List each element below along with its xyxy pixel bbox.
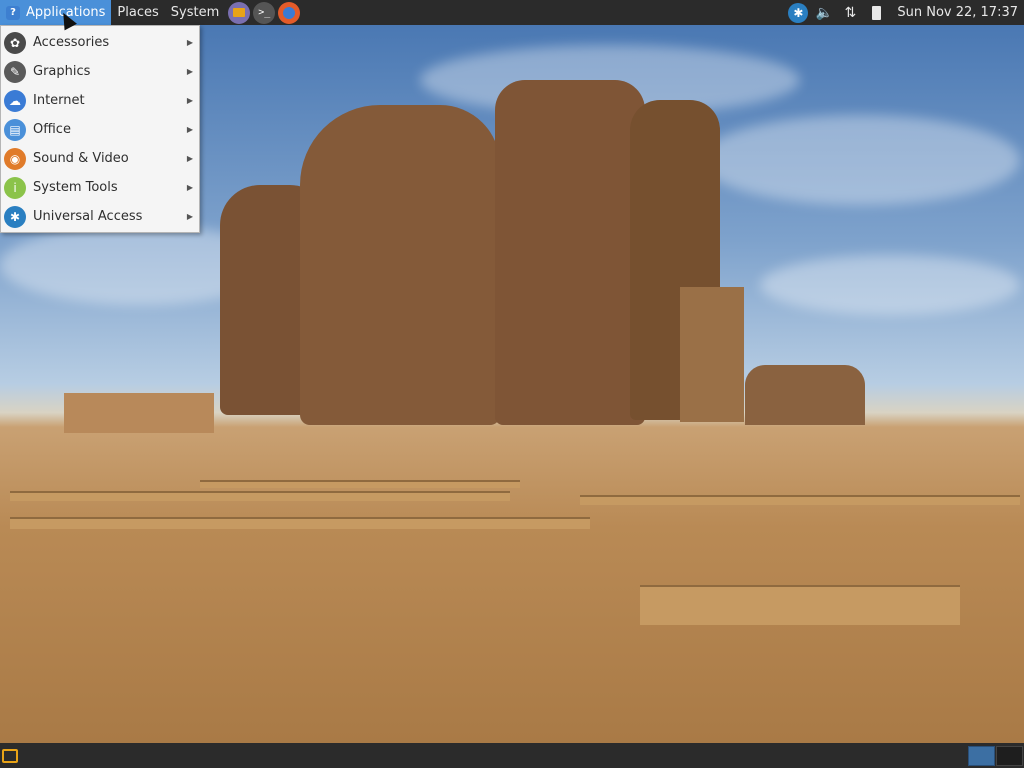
menu-item-system-tools[interactable]: i System Tools ▶ — [1, 173, 199, 202]
terminal-icon: >_ — [258, 7, 271, 18]
places-label: Places — [117, 5, 159, 20]
volume-tray-button[interactable]: 🔈 — [813, 2, 835, 24]
applications-menu-button[interactable]: ? Applications — [0, 0, 112, 25]
system-menu-button[interactable]: System — [165, 0, 225, 25]
file-manager-icon — [233, 8, 246, 17]
file-manager-launcher[interactable] — [228, 1, 251, 24]
volume-icon: 🔈 — [815, 4, 834, 21]
office-icon: ▤ — [4, 118, 26, 141]
show-desktop-button[interactable] — [2, 748, 18, 763]
clock[interactable]: Sun Nov 22, 17:37 — [889, 5, 1024, 20]
submenu-arrow-icon: ▶ — [186, 67, 193, 76]
menu-item-label: Graphics — [33, 64, 91, 79]
workspace-1-switcher[interactable] — [968, 746, 995, 766]
menu-item-universal-access[interactable]: ✱ Universal Access ▶ — [1, 202, 199, 231]
top-panel: ? Applications Places System >_ ✱ 🔈 ⇅ Su… — [0, 0, 1024, 25]
submenu-arrow-icon: ▶ — [186, 212, 193, 221]
firefox-icon — [283, 6, 296, 19]
system-label: System — [170, 5, 220, 20]
submenu-arrow-icon: ▶ — [186, 96, 193, 105]
graphics-icon: ✎ — [4, 60, 26, 83]
menu-item-label: Office — [33, 122, 71, 137]
system-tools-icon: i — [4, 176, 26, 199]
menu-item-label: Accessories — [33, 35, 110, 50]
universal-access-icon: ✱ — [4, 205, 26, 228]
menu-item-internet[interactable]: ☁ Internet ▶ — [1, 86, 199, 115]
workspace-2-switcher[interactable] — [996, 746, 1023, 766]
menu-item-graphics[interactable]: ✎ Graphics ▶ — [1, 57, 199, 86]
applications-dropdown-menu: ✿ Accessories ▶ ✎ Graphics ▶ ☁ Internet … — [0, 25, 200, 233]
bottom-panel — [0, 743, 1024, 768]
menu-item-office[interactable]: ▤ Office ▶ — [1, 115, 199, 144]
sound-video-icon: ◉ — [4, 147, 26, 170]
menu-item-accessories[interactable]: ✿ Accessories ▶ — [1, 28, 199, 57]
accessibility-icon: ✱ — [788, 2, 809, 23]
submenu-arrow-icon: ▶ — [186, 183, 193, 192]
network-tray-button[interactable]: ⇅ — [839, 2, 861, 24]
terminal-launcher[interactable]: >_ — [253, 1, 276, 24]
menu-item-label: System Tools — [33, 180, 118, 195]
places-menu-button[interactable]: Places — [111, 0, 164, 25]
submenu-arrow-icon: ▶ — [186, 125, 193, 134]
network-icon: ⇅ — [844, 4, 857, 21]
battery-tray-button[interactable] — [865, 2, 887, 24]
battery-icon — [871, 5, 881, 20]
firefox-launcher[interactable] — [278, 1, 301, 24]
accessibility-tray-button[interactable]: ✱ — [787, 2, 809, 24]
internet-icon: ☁ — [4, 89, 26, 112]
submenu-arrow-icon: ▶ — [186, 38, 193, 47]
submenu-arrow-icon: ▶ — [186, 154, 193, 163]
accessories-icon: ✿ — [4, 31, 26, 54]
menu-item-sound-video[interactable]: ◉ Sound & Video ▶ — [1, 144, 199, 173]
menu-item-label: Internet — [33, 93, 85, 108]
menu-item-label: Universal Access — [33, 209, 143, 224]
applications-icon: ? — [6, 5, 20, 20]
menu-item-label: Sound & Video — [33, 151, 129, 166]
